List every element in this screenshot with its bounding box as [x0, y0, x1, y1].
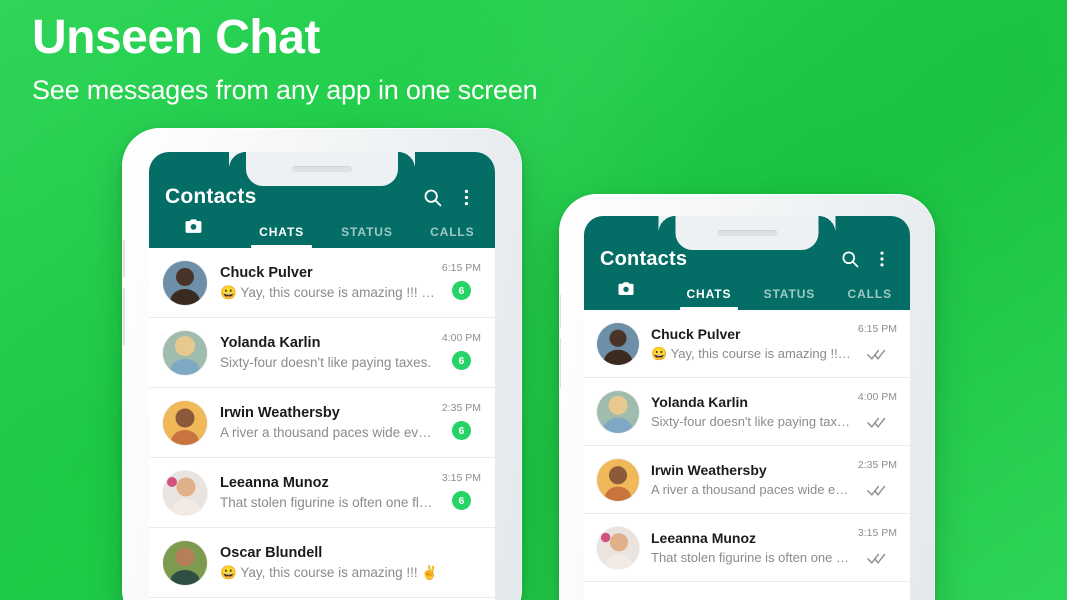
avatar — [597, 322, 639, 365]
chat-preview: 😀 Yay, this course is amazing !!! ✌ — [220, 284, 436, 300]
avatar — [163, 540, 207, 585]
double-check-icon — [867, 483, 888, 497]
chat-list-item[interactable]: Yolanda Karlin Sixty-four doesn't like p… — [149, 318, 495, 388]
tab-camera[interactable] — [149, 217, 239, 248]
chat-name: Yolanda Karlin — [651, 394, 748, 410]
chat-list-item[interactable]: Chuck Pulver 😀 Yay, this course is amazi… — [149, 248, 495, 318]
chat-time: 2:35 PM — [857, 459, 897, 471]
chat-preview: A river a thousand paces wide ever st… — [220, 425, 436, 440]
chat-time: 6:15 PM — [441, 262, 481, 274]
chat-list-right: Chuck Pulver 😀 Yay, this course is amazi… — [584, 310, 910, 582]
chat-time: 3:15 PM — [441, 472, 481, 484]
avatar — [163, 400, 207, 445]
chat-list-item[interactable]: Irwin Weathersby A river a thousand pace… — [584, 446, 910, 514]
page-title: Contacts — [600, 247, 688, 270]
tab-status[interactable]: STATUS — [324, 225, 409, 248]
tab-calls[interactable]: CALLS — [410, 225, 495, 248]
chat-list-item[interactable]: Leeanna Munoz That stolen figurine is of… — [584, 514, 910, 582]
chat-name: Irwin Weathersby — [220, 405, 340, 421]
earpiece-speaker — [292, 166, 352, 172]
volume-up-button[interactable] — [559, 294, 561, 328]
chat-name: Chuck Pulver — [220, 264, 313, 281]
chat-time: 4:00 PM — [441, 332, 481, 344]
chat-list-item[interactable]: Oscar Blundell 😀 Yay, this course is ama… — [149, 528, 495, 598]
phone-screen-left: Contacts CHATS STATUS CALLS Chuck Pulver… — [149, 152, 495, 600]
chat-time: 4:00 PM — [857, 391, 897, 403]
tab-chats[interactable]: CHATS — [669, 287, 749, 310]
chat-list-item[interactable]: Leeanna Munoz That stolen figurine is of… — [149, 458, 495, 528]
tab-bar-right: CHATS STATUS CALLS — [584, 270, 910, 310]
chat-preview: Sixty-four doesn't like paying taxes. — [651, 414, 852, 429]
unread-badge: 6 — [451, 421, 471, 440]
tab-chats[interactable]: CHATS — [239, 225, 324, 248]
chat-name: Oscar Blundell — [220, 544, 323, 561]
volume-down-button[interactable] — [559, 337, 561, 389]
camera-icon — [184, 217, 203, 239]
chat-name: Leeanna Munoz — [220, 475, 329, 491]
promo-headline: Unseen Chat See messages from any app in… — [32, 10, 538, 106]
volume-down-button[interactable] — [122, 288, 125, 346]
avatar — [597, 390, 639, 433]
tab-bar-left: CHATS STATUS CALLS — [149, 208, 495, 248]
chat-preview: Sixty-four doesn't like paying taxes. — [220, 355, 432, 370]
unread-badge: 6 — [451, 491, 471, 510]
chat-preview: 😀 Yay, this course is amazing !!! ✌ — [220, 564, 439, 580]
unread-badge: 6 — [451, 351, 471, 370]
earpiece-speaker — [717, 230, 777, 236]
camera-icon — [617, 280, 635, 301]
double-check-icon — [867, 347, 888, 361]
chat-name: Leeanna Munoz — [651, 530, 757, 546]
more-vertical-icon[interactable] — [868, 245, 896, 273]
avatar — [163, 260, 207, 305]
unread-badge: 6 — [451, 281, 471, 300]
chat-preview: That stolen figurine is often one floor… — [651, 550, 852, 565]
chat-list-item[interactable]: Irwin Weathersby A river a thousand pace… — [149, 388, 495, 458]
chat-name: Irwin Weathersby — [651, 462, 767, 478]
avatar — [597, 526, 639, 569]
power-button[interactable] — [933, 316, 935, 368]
phone-notch — [658, 216, 836, 250]
phone-notch — [229, 152, 415, 186]
chat-list-left: Chuck Pulver 😀 Yay, this course is amazi… — [149, 248, 495, 598]
double-check-icon — [867, 551, 888, 565]
search-icon[interactable] — [417, 182, 447, 212]
page-title: Contacts — [165, 185, 257, 208]
chat-list-item[interactable]: Yolanda Karlin Sixty-four doesn't like p… — [584, 378, 910, 446]
avatar — [163, 470, 207, 515]
promo-subtitle: See messages from any app in one screen — [32, 75, 538, 106]
power-button[interactable] — [519, 264, 522, 322]
more-vertical-icon[interactable] — [451, 182, 481, 212]
tab-camera[interactable] — [584, 280, 669, 310]
phone-mockup-left: Contacts CHATS STATUS CALLS Chuck Pulver… — [122, 128, 522, 600]
chat-time: 6:15 PM — [857, 323, 897, 335]
avatar — [597, 458, 639, 501]
phone-screen-right: Contacts CHATS STATUS CALLS Chuck Pulver… — [584, 216, 910, 600]
chat-preview: A river a thousand paces wide ever st… — [651, 482, 852, 497]
search-icon[interactable] — [836, 245, 864, 273]
chat-preview: That stolen figurine is often one floor… — [220, 495, 436, 510]
chat-name: Yolanda Karlin — [220, 335, 321, 351]
promo-title: Unseen Chat — [32, 11, 320, 64]
volume-up-button[interactable] — [122, 240, 125, 278]
chat-preview: 😀 Yay, this course is amazing !!! ✌ — [651, 345, 852, 361]
avatar — [163, 330, 207, 375]
chat-name: Chuck Pulver — [651, 325, 741, 342]
chat-time: 3:15 PM — [857, 527, 897, 539]
tab-status[interactable]: STATUS — [749, 287, 829, 310]
phone-mockup-right: Contacts CHATS STATUS CALLS Chuck Pulver… — [559, 194, 935, 600]
chat-list-item[interactable]: Chuck Pulver 😀 Yay, this course is amazi… — [584, 310, 910, 378]
tab-calls[interactable]: CALLS — [830, 287, 910, 310]
double-check-icon — [867, 415, 888, 429]
chat-time: 2:35 PM — [441, 402, 481, 414]
